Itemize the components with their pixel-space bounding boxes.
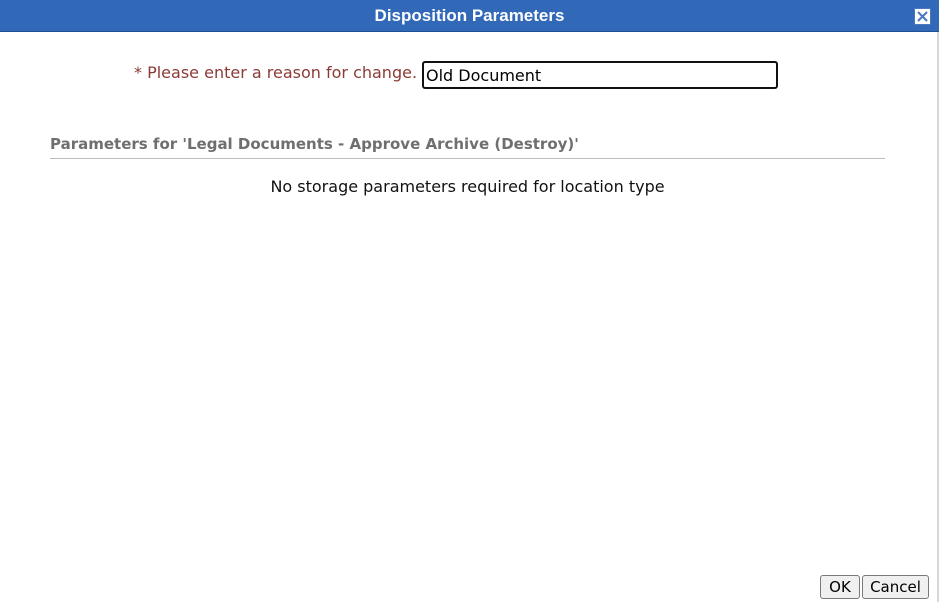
close-x-icon — [917, 11, 928, 22]
parameters-section-header: Parameters for 'Legal Documents - Approv… — [50, 134, 885, 159]
dialog-title: Disposition Parameters — [374, 6, 565, 25]
parameters-section-title: Parameters for 'Legal Documents - Approv… — [50, 135, 579, 153]
ok-button[interactable]: OK — [820, 575, 860, 599]
reason-label: * Please enter a reason for change. — [134, 63, 418, 82]
close-button[interactable] — [914, 8, 931, 25]
reason-input[interactable] — [422, 61, 778, 89]
dialog-titlebar[interactable]: Disposition Parameters — [0, 0, 939, 32]
disposition-parameters-dialog: Disposition Parameters * Please enter a … — [0, 0, 939, 602]
cancel-button[interactable]: Cancel — [862, 575, 929, 599]
no-parameters-message: No storage parameters required for locat… — [270, 177, 665, 196]
